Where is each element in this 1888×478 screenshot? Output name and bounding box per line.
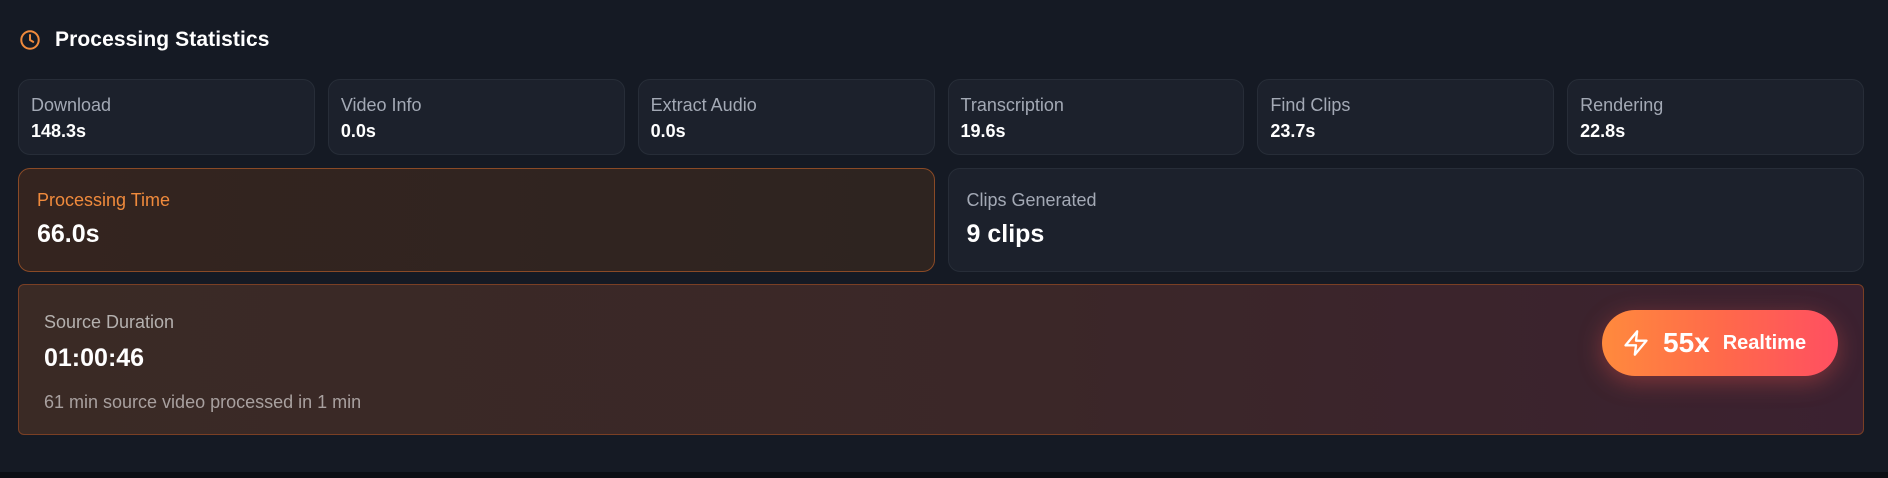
stage-value: 0.0s: [650, 121, 686, 141]
stage-label: Video Info: [340, 95, 422, 115]
processing-time-card: Processing Time 66.0s: [18, 168, 935, 272]
speed-multiplier: 55x: [1663, 327, 1710, 358]
clips-generated-label: Clips Generated: [966, 190, 1097, 210]
stage-label: Transcription: [960, 95, 1064, 115]
stage-card-extract-audio: Extract Audio 0.0s: [637, 79, 935, 155]
stage-label: Download: [31, 95, 112, 115]
stage-value: 148.3s: [31, 121, 87, 141]
stage-card-rendering: Rendering 22.8s: [1567, 79, 1864, 155]
clips-generated-value: 9 clips: [966, 220, 1045, 248]
source-duration-label: Source Duration: [44, 312, 175, 332]
stage-label: Find Clips: [1270, 95, 1351, 115]
source-duration-value: 01:00:46: [44, 344, 145, 372]
stage-timings: Download 148.3s Video Info 0.0s Extract …: [18, 79, 1864, 155]
processing-time-label: Processing Time: [37, 190, 171, 210]
stage-label: Rendering: [1580, 95, 1664, 115]
stage-label: Extract Audio: [650, 95, 757, 115]
section-title: Processing Statistics: [55, 28, 270, 51]
section-header: Processing Statistics: [19, 26, 270, 54]
stage-value: 23.7s: [1270, 121, 1316, 141]
clips-generated-card: Clips Generated 9 clips: [947, 168, 1864, 272]
bottom-border: [0, 472, 1888, 478]
stage-card-transcription: Transcription 19.6s: [947, 79, 1245, 155]
stage-value: 19.6s: [960, 121, 1006, 141]
processing-statistics-panel: Processing Statistics Download 148.3s Vi…: [0, 0, 1888, 472]
summary-row: Processing Time 66.0s Clips Generated 9 …: [18, 168, 1864, 272]
stage-card-download: Download 148.3s: [18, 79, 315, 155]
source-duration-description: 61 min source video processed in 1 min: [44, 392, 362, 412]
stage-value: 22.8s: [1580, 121, 1626, 141]
source-duration-card: Source Duration 01:00:46 61 min source v…: [18, 284, 1864, 435]
clock-icon: [19, 29, 41, 51]
processing-time-value: 66.0s: [37, 220, 100, 248]
stage-card-video-info: Video Info 0.0s: [327, 79, 625, 155]
speed-label: Realtime: [1722, 331, 1807, 354]
lightning-icon: [1622, 329, 1650, 357]
stage-value: 0.0s: [340, 121, 376, 141]
realtime-speed-badge: 55x Realtime: [1602, 310, 1838, 376]
stage-card-find-clips: Find Clips 23.7s: [1257, 79, 1555, 155]
